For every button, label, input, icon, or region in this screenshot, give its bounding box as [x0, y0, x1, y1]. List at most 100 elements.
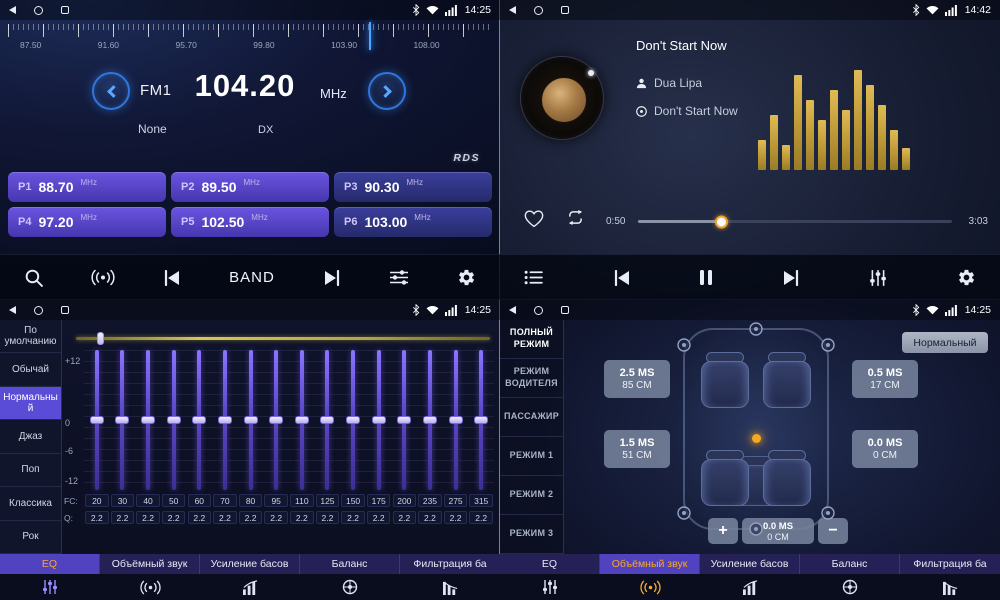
eq-band-knob[interactable] [269, 416, 283, 424]
q-value[interactable]: 2.2 [264, 511, 288, 524]
preset-button-3[interactable]: P390.30MHz [334, 172, 492, 202]
home-icon[interactable] [534, 6, 543, 15]
playlist-button[interactable] [524, 270, 543, 285]
eq-preset-custom[interactable]: Обычай [0, 353, 61, 386]
fc-value[interactable]: 235 [418, 494, 442, 507]
preset-button-4[interactable]: P497.20MHz [8, 207, 166, 237]
fc-value[interactable]: 20 [85, 494, 109, 507]
home-icon[interactable] [34, 306, 43, 315]
q-value[interactable]: 2.2 [444, 511, 468, 524]
fc-value[interactable]: 50 [162, 494, 186, 507]
eq-band-slider[interactable] [95, 350, 99, 490]
eq-band-slider[interactable] [249, 350, 253, 490]
q-value[interactable]: 2.2 [239, 511, 263, 524]
fc-value[interactable]: 200 [393, 494, 417, 507]
eq-preset-pop[interactable]: Поп [0, 454, 61, 487]
mode-driver[interactable]: РЕЖИМ ВОДИТЕЛЯ [500, 359, 563, 398]
eq-preset-jazz[interactable]: Джаз [0, 420, 61, 453]
q-value[interactable]: 2.2 [290, 511, 314, 524]
frequency-scale[interactable]: 87.50 91.60 95.70 99.80 103.90 108.00 [8, 24, 492, 58]
master-slider-knob[interactable] [97, 332, 104, 345]
fc-value[interactable]: 70 [213, 494, 237, 507]
eq-band-slider[interactable] [402, 350, 406, 490]
tab-surround[interactable]: Объёмный звук [600, 554, 700, 600]
eq-band-slider[interactable] [377, 350, 381, 490]
eq-band-knob[interactable] [295, 416, 309, 424]
eq-band-slider[interactable] [351, 350, 355, 490]
delay-rear-right[interactable]: 0.0 MS0 CM [852, 430, 918, 468]
back-icon[interactable] [9, 306, 16, 314]
eq-band-knob[interactable] [244, 416, 258, 424]
q-value[interactable]: 2.2 [316, 511, 340, 524]
eq-band-slider[interactable] [172, 350, 176, 490]
pause-button[interactable] [700, 270, 712, 285]
previous-button[interactable] [613, 270, 631, 286]
q-value[interactable]: 2.2 [341, 511, 365, 524]
home-icon[interactable] [34, 6, 43, 15]
delay-rear-left[interactable]: 1.5 MS51 CM [604, 430, 670, 468]
progress-bar[interactable] [638, 220, 952, 223]
broadcast-button[interactable] [91, 269, 115, 286]
next-button[interactable] [782, 270, 800, 286]
tab-balance[interactable]: Баланс [300, 554, 400, 600]
tab-surround[interactable]: Объёмный звук [100, 554, 200, 600]
q-value[interactable]: 2.2 [393, 511, 417, 524]
eq-band-knob[interactable] [397, 416, 411, 424]
fc-value[interactable]: 60 [188, 494, 212, 507]
eq-band-slider[interactable] [146, 350, 150, 490]
tab-filter[interactable]: Фильтрация ба [400, 554, 500, 600]
recents-icon[interactable] [561, 6, 569, 14]
delay-increase-button[interactable]: + [708, 518, 738, 544]
fc-value[interactable]: 30 [111, 494, 135, 507]
tune-up-button[interactable] [368, 72, 406, 110]
eq-preset-default[interactable]: По умолчанию [0, 320, 61, 353]
eq-band-slider[interactable] [479, 350, 483, 490]
delay-front-right[interactable]: 0.5 MS17 CM [852, 360, 918, 398]
eq-band-knob[interactable] [449, 416, 463, 424]
eq-band-knob[interactable] [474, 416, 488, 424]
fc-value[interactable]: 110 [290, 494, 314, 507]
back-icon[interactable] [509, 306, 516, 314]
eq-band-knob[interactable] [320, 416, 334, 424]
recents-icon[interactable] [561, 306, 569, 314]
tab-balance[interactable]: Баланс [800, 554, 900, 600]
q-value[interactable]: 2.2 [367, 511, 391, 524]
eq-band-slider[interactable] [325, 350, 329, 490]
equalizer-button[interactable] [869, 269, 887, 287]
eq-band-knob[interactable] [346, 416, 360, 424]
eq-band-knob[interactable] [90, 416, 104, 424]
eq-band-knob[interactable] [372, 416, 386, 424]
tab-bass-boost[interactable]: Усиление басов [700, 554, 800, 600]
preset-button-6[interactable]: P6103.00MHz [334, 207, 492, 237]
home-icon[interactable] [534, 306, 543, 315]
eq-preset-rock[interactable]: Рок [0, 521, 61, 554]
back-icon[interactable] [9, 6, 16, 14]
profile-button[interactable]: Нормальный [902, 332, 988, 353]
fc-value[interactable]: 95 [264, 494, 288, 507]
preset-button-5[interactable]: P5102.50MHz [171, 207, 329, 237]
favorite-button[interactable] [524, 210, 544, 228]
q-value[interactable]: 2.2 [162, 511, 186, 524]
recents-icon[interactable] [61, 306, 69, 314]
fc-value[interactable]: 175 [367, 494, 391, 507]
fc-value[interactable]: 275 [444, 494, 468, 507]
q-value[interactable]: 2.2 [188, 511, 212, 524]
previous-button[interactable] [163, 270, 181, 286]
eq-band-slider[interactable] [274, 350, 278, 490]
delay-front-left[interactable]: 2.5 MS85 CM [604, 360, 670, 398]
mode-2[interactable]: РЕЖИМ 2 [500, 476, 563, 515]
eq-band-slider[interactable] [300, 350, 304, 490]
tab-eq[interactable]: EQ [0, 554, 100, 600]
q-value[interactable]: 2.2 [85, 511, 109, 524]
q-value[interactable]: 2.2 [213, 511, 237, 524]
eq-band-knob[interactable] [167, 416, 181, 424]
fc-value[interactable]: 125 [316, 494, 340, 507]
back-icon[interactable] [509, 6, 516, 14]
eq-preset-classic[interactable]: Классика [0, 487, 61, 520]
mode-passenger[interactable]: ПАССАЖИР [500, 398, 563, 437]
settings-button[interactable] [957, 268, 976, 287]
mode-3[interactable]: РЕЖИМ 3 [500, 515, 563, 554]
eq-band-slider[interactable] [197, 350, 201, 490]
delay-decrease-button[interactable]: − [818, 518, 848, 544]
eq-band-slider[interactable] [120, 350, 124, 490]
